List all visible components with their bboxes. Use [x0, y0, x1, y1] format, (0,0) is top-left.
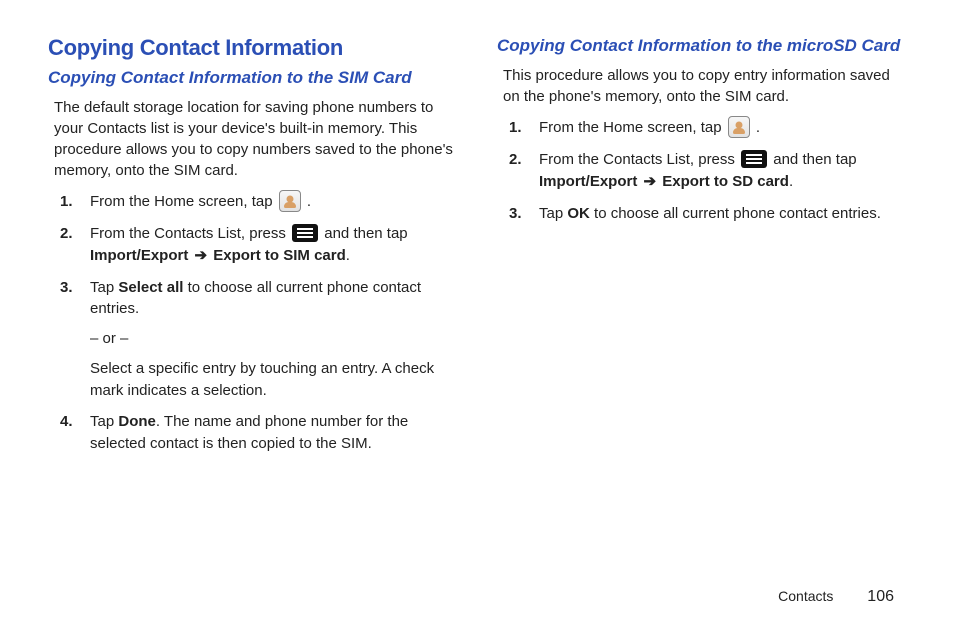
step-text: to choose all current phone contact entr… [590, 205, 881, 222]
step-text: Tap [539, 205, 567, 222]
step-3: Tap OK to choose all current phone conta… [503, 203, 906, 225]
step-1: From the Home screen, tap . [54, 191, 457, 213]
menu-icon [292, 224, 318, 242]
step-2: From the Contacts List, press and then t… [503, 149, 906, 193]
step-text: Tap [90, 279, 118, 296]
page-footer: Contacts 106 [778, 588, 894, 606]
bold-text: OK [567, 205, 590, 222]
step-text: and then tap [320, 225, 408, 242]
step-text: From the Home screen, tap [90, 193, 277, 210]
footer-section-name: Contacts [778, 588, 833, 604]
bold-text: Select all [118, 279, 183, 296]
step-text: . [303, 193, 311, 210]
page-heading: Copying Contact Information [48, 35, 457, 61]
arrow-icon: ➔ [188, 247, 213, 264]
section-heading-microsd: Copying Contact Information to the micro… [497, 35, 906, 57]
step-text: Tap [90, 413, 118, 430]
bold-text: Import/Export [539, 173, 637, 190]
step-text: . [789, 173, 793, 190]
step-3: Tap Select all to choose all current pho… [54, 277, 457, 402]
arrow-icon: ➔ [637, 173, 662, 190]
section-heading-sim: Copying Contact Information to the SIM C… [48, 67, 457, 89]
step-text: From the Home screen, tap [539, 119, 726, 136]
step-text: . [346, 247, 350, 264]
bold-text: Export to SIM card [213, 247, 346, 264]
right-column: Copying Contact Information to the micro… [497, 35, 906, 465]
menu-icon [741, 150, 767, 168]
intro-text: The default storage location for saving … [54, 97, 457, 181]
step-1: From the Home screen, tap . [503, 117, 906, 139]
step-text: Select a specific entry by touching an e… [90, 358, 457, 402]
step-text: and then tap [769, 151, 857, 168]
footer-page-number: 106 [867, 588, 894, 605]
step-2: From the Contacts List, press and then t… [54, 223, 457, 267]
bold-text: Export to SD card [662, 173, 789, 190]
left-column: Copying Contact Information Copying Cont… [48, 35, 457, 465]
step-text: From the Contacts List, press [90, 225, 290, 242]
step-list-microsd: From the Home screen, tap . From the Con… [503, 117, 906, 224]
step-list-sim: From the Home screen, tap . From the Con… [54, 191, 457, 455]
bold-text: Done [118, 413, 156, 430]
contacts-icon [279, 190, 301, 212]
step-text: From the Contacts List, press [539, 151, 739, 168]
intro-text: This procedure allows you to copy entry … [503, 65, 906, 107]
step-4: Tap Done. The name and phone number for … [54, 411, 457, 455]
contacts-icon [728, 116, 750, 138]
bold-text: Import/Export [90, 247, 188, 264]
step-text: . [752, 119, 760, 136]
or-text: – or – [90, 328, 457, 350]
